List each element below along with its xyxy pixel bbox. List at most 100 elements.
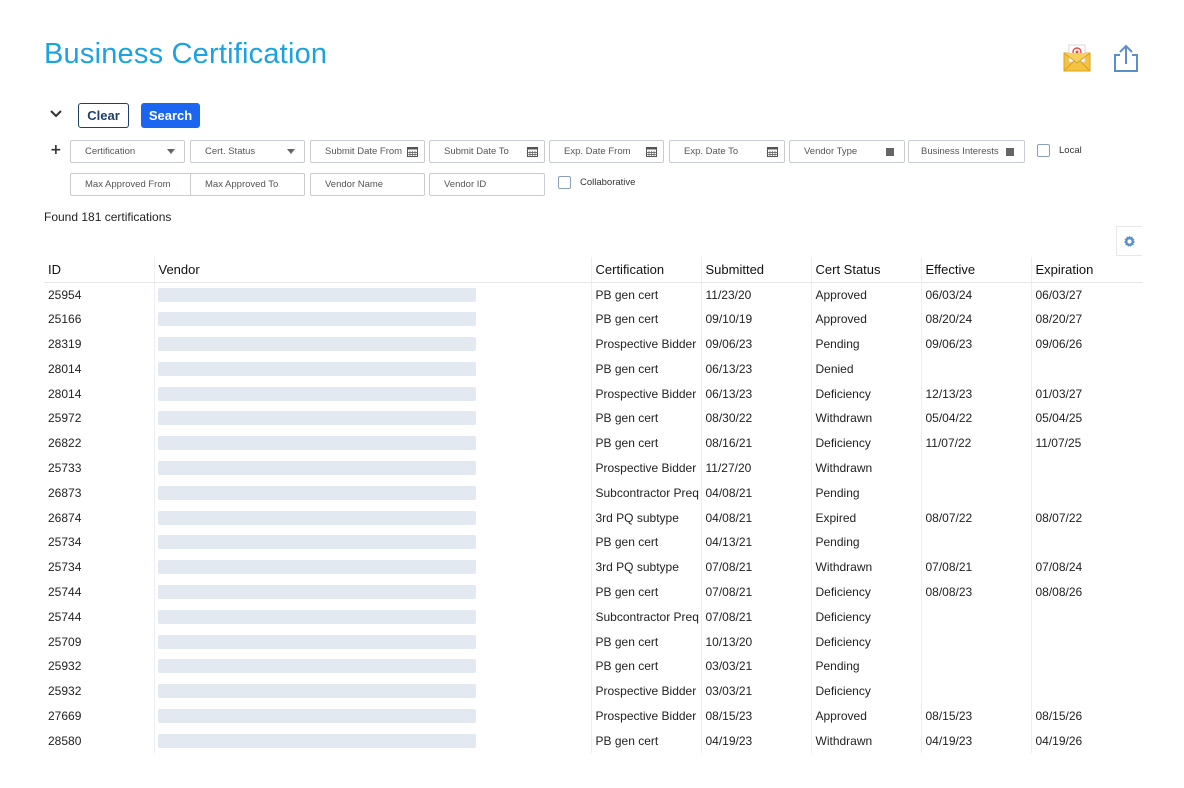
cell-certification: Prospective Bidder — [590, 703, 701, 729]
cell-id[interactable]: 27669 — [44, 704, 154, 729]
table-row[interactable]: 26873 Subcontractor Preq 04/08/21 Pending — [44, 480, 1143, 506]
cell-vendor — [153, 728, 591, 754]
redacted-vendor-name[interactable] — [157, 460, 476, 475]
redacted-vendor-name[interactable] — [157, 708, 476, 723]
email-envelope-icon[interactable] — [1062, 42, 1092, 74]
table-row[interactable]: 25734 3rd PQ subtype 07/08/21 Withdrawn 07/0… — [44, 554, 1143, 580]
cell-id[interactable]: 28014 — [44, 381, 154, 406]
results-count: Found 181 certifications — [44, 210, 172, 224]
column-header-certification[interactable]: Certification — [590, 257, 701, 283]
redacted-vendor-name[interactable] — [157, 361, 476, 376]
cell-id[interactable]: 28014 — [44, 356, 154, 381]
redacted-vendor-name[interactable] — [157, 659, 476, 674]
table-row[interactable]: 26822 PB gen cert 08/16/21 Deficiency 11/07/… — [44, 430, 1143, 456]
clear-button[interactable]: Clear — [78, 103, 129, 128]
column-header-cert-status[interactable]: Cert Status — [810, 257, 921, 283]
cell-submitted: 07/08/21 — [700, 604, 811, 630]
table-settings-button[interactable] — [1116, 226, 1142, 256]
submit-date-to-field[interactable]: Submit Date To — [429, 140, 545, 163]
caret-down-icon — [167, 149, 175, 154]
table-row[interactable]: 25709 PB gen cert 10/13/20 Deficiency — [44, 629, 1143, 654]
collaborative-checkbox-group[interactable]: Collaborative — [558, 176, 635, 189]
cell-effective: 04/19/23 — [920, 728, 1031, 754]
table-row[interactable]: 28014 PB gen cert 06/13/23 Denied — [44, 356, 1143, 382]
vendor-id-field[interactable]: Vendor ID — [429, 173, 545, 196]
redacted-vendor-name[interactable] — [157, 733, 476, 748]
local-checkbox[interactable] — [1037, 144, 1050, 157]
redacted-vendor-name[interactable] — [157, 287, 476, 302]
column-header-expiration[interactable]: Expiration — [1030, 257, 1143, 283]
table-row[interactable]: 28014 Prospective Bidder 06/13/23 Deficienc… — [44, 381, 1143, 406]
table-row[interactable]: 25734 PB gen cert 04/13/21 Pending — [44, 529, 1143, 555]
cell-id[interactable]: 25166 — [44, 307, 154, 332]
redacted-vendor-name[interactable] — [157, 411, 476, 426]
redacted-vendor-name[interactable] — [157, 584, 476, 599]
add-filter-icon[interactable]: + — [50, 142, 62, 158]
column-header-effective[interactable]: Effective — [920, 257, 1031, 283]
vendor-name-field[interactable]: Vendor Name — [310, 173, 425, 196]
max-approved-to-field[interactable]: Max Approved To — [190, 173, 305, 196]
local-checkbox-group[interactable]: Local — [1037, 144, 1082, 157]
table-row[interactable]: 27669 Prospective Bidder 08/15/23 Approved 0… — [44, 703, 1143, 729]
cell-id[interactable]: 25734 — [44, 530, 154, 555]
redacted-vendor-name[interactable] — [157, 560, 476, 575]
redacted-vendor-name[interactable] — [157, 386, 476, 401]
cell-id[interactable]: 25932 — [44, 679, 154, 704]
cell-id[interactable]: 25733 — [44, 456, 154, 481]
submit-date-from-field[interactable]: Submit Date From — [310, 140, 425, 163]
column-header-id[interactable]: ID — [44, 257, 154, 283]
cell-id[interactable]: 26873 — [44, 480, 154, 505]
collaborative-checkbox[interactable] — [558, 176, 571, 189]
cell-expiration: 08/07/22 — [1030, 505, 1143, 530]
cell-effective — [920, 455, 1031, 481]
cell-certification: PB gen cert — [590, 529, 701, 555]
redacted-vendor-name[interactable] — [157, 510, 476, 525]
redacted-vendor-name[interactable] — [157, 312, 476, 327]
redacted-vendor-name[interactable] — [157, 535, 476, 550]
cell-id[interactable]: 25954 — [44, 282, 154, 307]
redacted-vendor-name[interactable] — [157, 684, 476, 699]
table-row[interactable]: 25954 PB gen cert 11/23/20 Approved 06/03/24… — [44, 282, 1143, 307]
column-header-submitted[interactable]: Submitted — [700, 257, 811, 283]
redacted-vendor-name[interactable] — [157, 609, 476, 624]
cell-vendor — [153, 306, 591, 332]
cell-id[interactable]: 28319 — [44, 332, 154, 357]
share-export-icon[interactable] — [1111, 42, 1141, 74]
cell-id[interactable]: 26874 — [44, 505, 154, 530]
cell-vendor — [153, 678, 591, 704]
redacted-vendor-name[interactable] — [157, 436, 476, 451]
table-row[interactable]: 26874 3rd PQ subtype 04/08/21 Expired 08/07/… — [44, 505, 1143, 530]
table-row[interactable]: 25733 Prospective Bidder 11/27/20 Withdrawn — [44, 455, 1143, 481]
table-row[interactable]: 25932 PB gen cert 03/03/21 Pending — [44, 653, 1143, 679]
redacted-vendor-name[interactable] — [157, 336, 476, 351]
cell-expiration — [1030, 653, 1143, 679]
cell-id[interactable]: 25932 — [44, 654, 154, 679]
cell-id[interactable]: 25734 — [44, 555, 154, 580]
certification-select[interactable]: Certification — [70, 140, 185, 163]
cell-id[interactable]: 28580 — [44, 728, 154, 753]
cell-id[interactable]: 25744 — [44, 604, 154, 629]
cell-id[interactable]: 25744 — [44, 580, 154, 605]
chevron-down-icon[interactable] — [48, 106, 64, 122]
table-row[interactable]: 25166 PB gen cert 09/10/19 Approved 08/20/24… — [44, 306, 1143, 332]
business-interests-select[interactable]: Business Interests — [908, 140, 1025, 163]
vendor-type-select[interactable]: Vendor Type — [789, 140, 905, 163]
exp-date-from-field[interactable]: Exp. Date From — [549, 140, 664, 163]
search-button[interactable]: Search — [141, 103, 200, 128]
cell-id[interactable]: 26822 — [44, 431, 154, 456]
table-row[interactable]: 28580 PB gen cert 04/19/23 Withdrawn 04/19/2… — [44, 728, 1143, 754]
table-row[interactable]: 25744 PB gen cert 07/08/21 Deficiency 08/08/… — [44, 579, 1143, 605]
redacted-vendor-name[interactable] — [157, 634, 476, 649]
cert-status-select[interactable]: Cert. Status — [190, 140, 305, 163]
cell-effective — [920, 356, 1031, 382]
redacted-vendor-name[interactable] — [157, 485, 476, 500]
column-header-vendor[interactable]: Vendor — [153, 257, 591, 283]
cell-id[interactable]: 25972 — [44, 406, 154, 431]
table-row[interactable]: 25972 PB gen cert 08/30/22 Withdrawn 05/04/2… — [44, 405, 1143, 431]
table-row[interactable]: 25744 Subcontractor Preq 07/08/21 Deficienc… — [44, 604, 1143, 630]
exp-date-to-field[interactable]: Exp. Date To — [669, 140, 785, 163]
cell-submitted: 04/08/21 — [700, 505, 811, 530]
cell-id[interactable]: 25709 — [44, 629, 154, 654]
table-row[interactable]: 25932 Prospective Bidder 03/03/21 Deficienc… — [44, 678, 1143, 704]
table-row[interactable]: 28319 Prospective Bidder 09/06/23 Pending 09… — [44, 331, 1143, 357]
